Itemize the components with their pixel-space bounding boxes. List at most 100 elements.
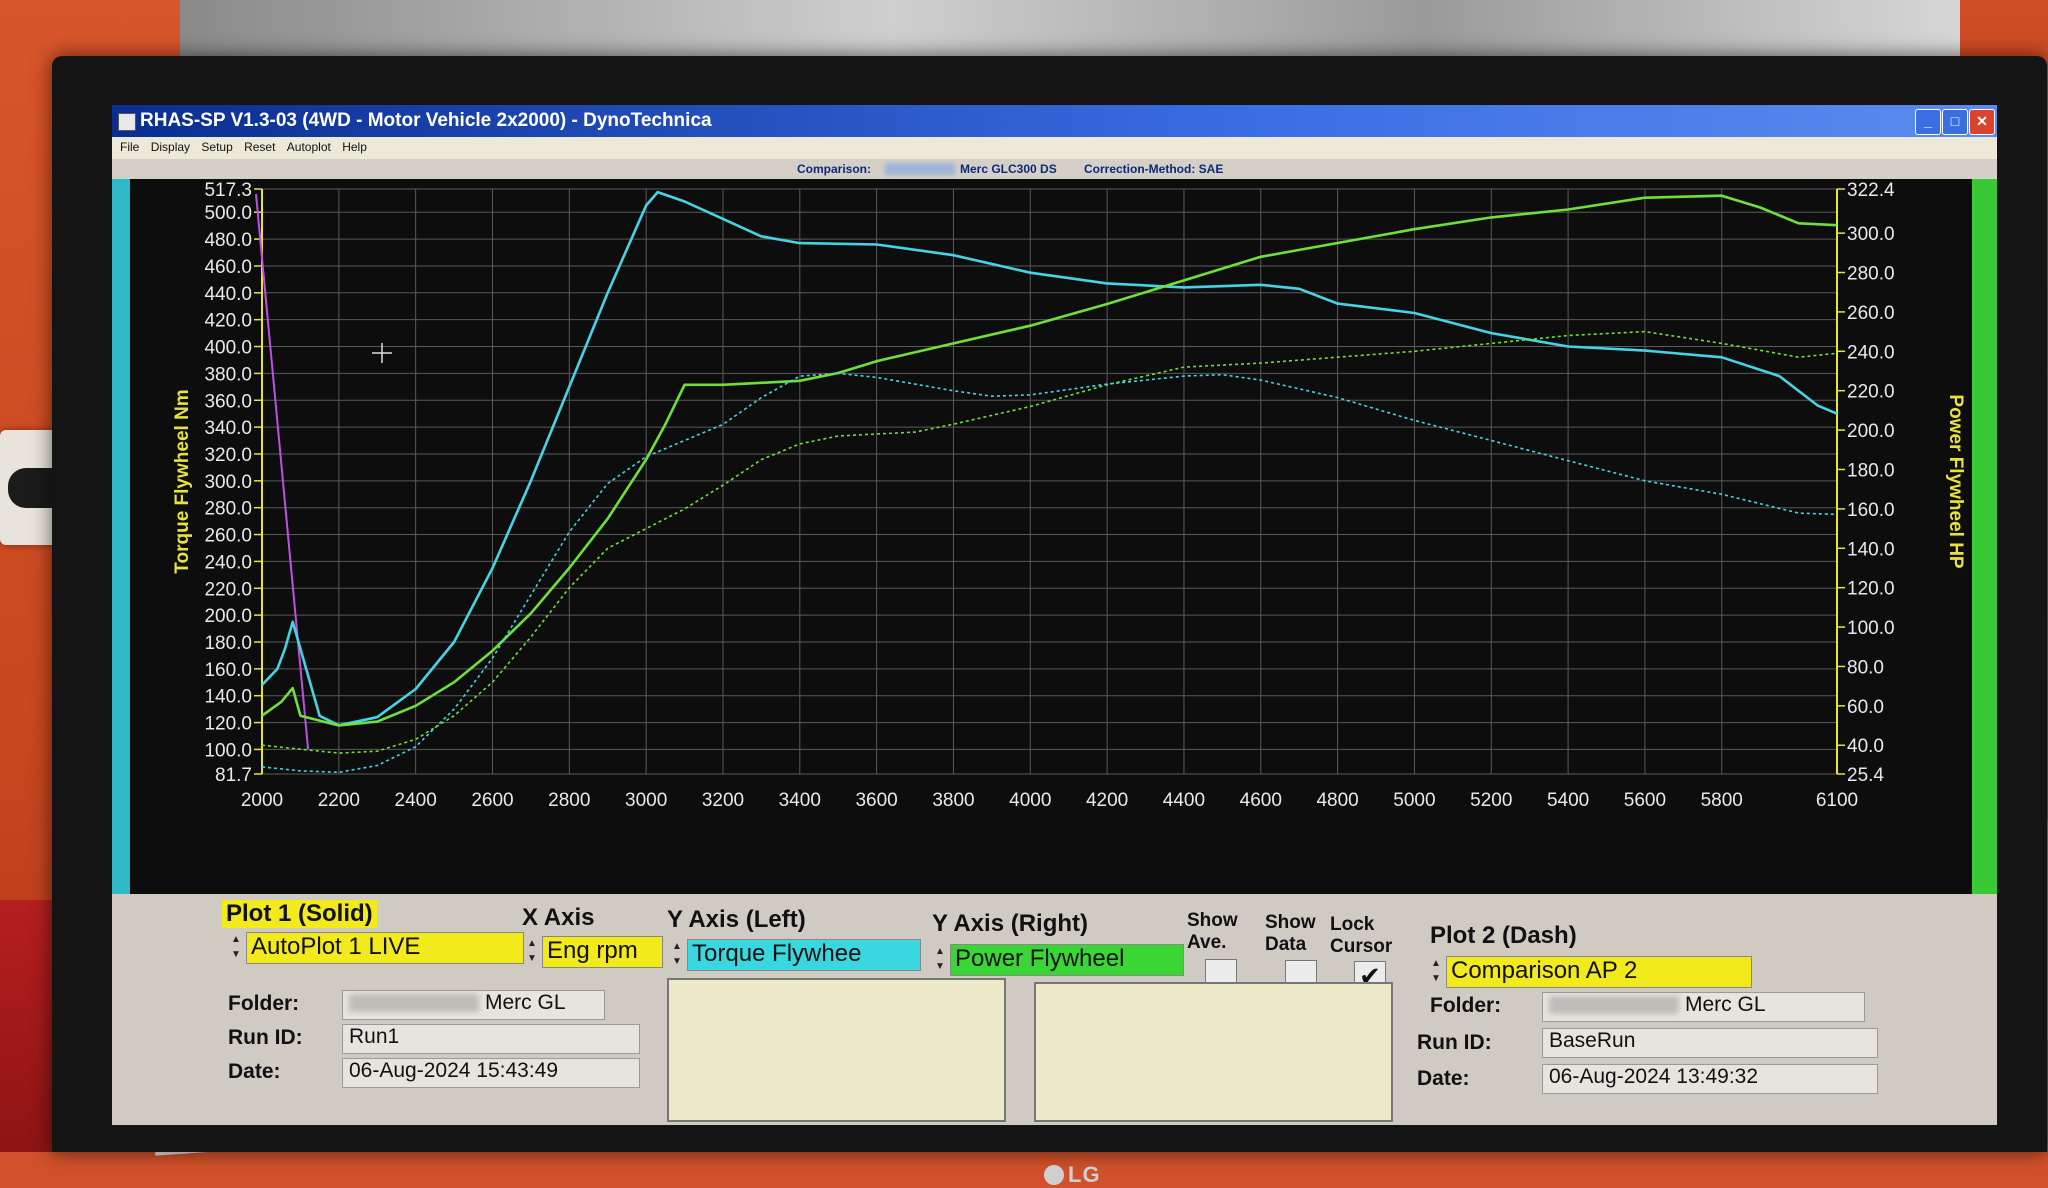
app-window: RHAS-SP V1.3-03 (4WD - Motor Vehicle 2x2…	[112, 105, 1997, 1125]
y-right-spinner[interactable]: ▲ ▼	[932, 944, 948, 976]
show-data-label: Show Data	[1265, 912, 1316, 955]
plot2-header: Plot 2 (Dash)	[1430, 922, 1577, 949]
plot2-folder-label: Folder:	[1430, 994, 1502, 1017]
dyno-plot[interactable]: 2000 2200 2400 2600 2800 3000 3200 3400 3600 3800…	[112, 179, 1997, 894]
plot1-date-label: Date:	[228, 1060, 281, 1083]
y-right-tick-label: 280.0	[1847, 264, 1895, 285]
close-button[interactable]: ✕	[1969, 109, 1995, 135]
x-tick-label: 2200	[318, 790, 360, 811]
x-tick-label: 3400	[779, 790, 821, 811]
y-right-tick-label: 40.0	[1847, 736, 1884, 757]
menu-reset[interactable]: Reset	[244, 140, 275, 154]
x-tick-label: 4000	[1009, 790, 1051, 811]
info-box-right	[1034, 982, 1393, 1122]
y-right-tick-label: 180.0	[1847, 460, 1895, 481]
y-right-tick-label: 220.0	[1847, 382, 1895, 403]
maximize-button[interactable]: □	[1942, 109, 1968, 135]
y-left-tick-label: 380.0	[204, 364, 252, 385]
y-left-tick-label: 420.0	[204, 311, 252, 332]
plot2-folder-field[interactable]: Merc GL	[1542, 992, 1865, 1022]
show-ave-label: Show Ave.	[1187, 910, 1238, 953]
plot1-spinner[interactable]: ▲ ▼	[228, 932, 244, 964]
y-left-tick-label: 180.0	[204, 633, 252, 654]
y-right-header: Y Axis (Right)	[932, 910, 1089, 937]
correction-method: Correction-Method: SAE	[1084, 162, 1224, 176]
y-right-select[interactable]: Power Flywheel	[950, 944, 1184, 976]
y-left-tick-label: 500.0	[204, 203, 252, 224]
info-box-left	[667, 978, 1006, 1122]
menu-setup[interactable]: Setup	[201, 140, 232, 154]
y-right-tick-label: 25.4	[1847, 765, 1884, 786]
plot1-folder-label: Folder:	[228, 992, 300, 1015]
y-right-axis-title: Power Flywheel HP	[1945, 394, 1966, 569]
menu-autoplot[interactable]: Autoplot	[287, 140, 331, 154]
x-tick-label: 3800	[932, 790, 974, 811]
x-tick-label: 3600	[855, 790, 897, 811]
x-tick-label: 4600	[1240, 790, 1282, 811]
menu-bar: File Display Setup Reset Autoplot Help	[112, 137, 1997, 159]
plot2-select[interactable]: Comparison AP 2	[1446, 956, 1752, 988]
redacted-folder	[1549, 996, 1679, 1015]
y-left-tick-label: 240.0	[204, 552, 252, 573]
y-right-tick-label: 300.0	[1847, 224, 1895, 245]
y-left-axis-title: Torque Flywheel Nm	[172, 389, 193, 573]
y-left-spinner[interactable]: ▲ ▼	[669, 939, 685, 971]
comparison-bar: Comparison: Merc GLC300 DS Correction-Me…	[112, 159, 1997, 179]
plot1-select[interactable]: AutoPlot 1 LIVE	[246, 932, 524, 964]
y-left-tick-label: 480.0	[204, 230, 252, 251]
y-left-tick-label: 220.0	[204, 579, 252, 600]
y-right-tick-label: 60.0	[1847, 697, 1884, 718]
plot1-runid-label: Run ID:	[228, 1026, 303, 1049]
x-tick-label: 4800	[1316, 790, 1358, 811]
redacted-folder	[349, 994, 479, 1013]
menu-display[interactable]: Display	[151, 140, 190, 154]
plot2-spinner[interactable]: ▲ ▼	[1428, 956, 1444, 988]
monitor-brand: LG	[1044, 1162, 1101, 1188]
y-left-tick-label: 440.0	[204, 284, 252, 305]
x-tick-label: 5600	[1624, 790, 1666, 811]
y-right-tick-label: 120.0	[1847, 579, 1895, 600]
y-left-tick-label: 400.0	[204, 338, 252, 359]
y-left-tick-label: 81.7	[215, 765, 252, 786]
x-tick-label: 4200	[1086, 790, 1128, 811]
comparison-label: Comparison:	[797, 162, 872, 176]
x-axis-spinner[interactable]: ▲ ▼	[524, 936, 540, 968]
plot1-date-field[interactable]: 06-Aug-2024 15:43:49	[342, 1058, 640, 1088]
plot2-runid-field[interactable]: BaseRun	[1542, 1028, 1878, 1058]
y-left-tick-label: 200.0	[204, 606, 252, 627]
y-right-tick-label: 160.0	[1847, 500, 1895, 521]
y-right-tick-label: 240.0	[1847, 342, 1895, 363]
plot1-folder-field[interactable]: Merc GL	[342, 990, 605, 1020]
x-tick-label: 4400	[1163, 790, 1205, 811]
menu-file[interactable]: File	[120, 140, 139, 154]
minimize-button[interactable]: _	[1915, 109, 1941, 135]
x-tick-label: 3200	[702, 790, 744, 811]
y-left-tick-label: 140.0	[204, 687, 252, 708]
plot1-header: Plot 1 (Solid)	[222, 900, 377, 928]
y-left-tick-label: 120.0	[204, 714, 252, 735]
x-tick-label: 2800	[548, 790, 590, 811]
y-right-tick-label: 80.0	[1847, 657, 1884, 678]
y-left-header: Y Axis (Left)	[667, 906, 806, 933]
plot1-runid-field[interactable]: Run1	[342, 1024, 640, 1054]
dyno-chart[interactable]: 2000 2200 2400 2600 2800 3000 3200 3400 3600 3800…	[112, 179, 1997, 894]
y-left-tick-label: 340.0	[204, 418, 252, 439]
x-tick-label: 2400	[395, 790, 437, 811]
y-left-tick-label: 160.0	[204, 660, 252, 681]
y-left-tick-label: 100.0	[204, 740, 252, 761]
plot2-runid-label: Run ID:	[1417, 1031, 1492, 1054]
x-tick-label: 6100	[1816, 790, 1858, 811]
y-left-tick-label: 360.0	[204, 391, 252, 412]
menu-help[interactable]: Help	[342, 140, 367, 154]
x-axis-header: X Axis	[522, 904, 595, 931]
control-panel: Plot 1 (Solid) X Axis Y Axis (Left) Y Ax…	[112, 894, 1997, 1125]
y-left-select[interactable]: Torque Flywhee	[687, 939, 921, 971]
y-left-tick-label: 280.0	[204, 499, 252, 520]
x-axis-select[interactable]: Eng rpm	[542, 936, 663, 968]
y-left-tick-label: 517.3	[204, 180, 252, 201]
plot2-date-field[interactable]: 06-Aug-2024 13:49:32	[1542, 1064, 1878, 1094]
y-left-tick-label: 460.0	[204, 257, 252, 278]
app-icon	[118, 113, 136, 131]
x-tick-label: 3000	[625, 790, 667, 811]
x-tick-label: 5400	[1547, 790, 1589, 811]
